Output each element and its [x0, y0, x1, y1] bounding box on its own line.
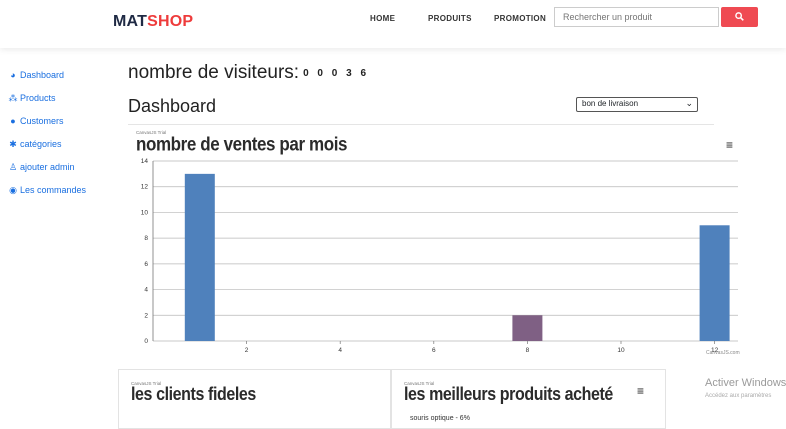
activate-windows-watermark: Activer Windows — [705, 377, 786, 389]
globe-icon: ◉ — [9, 185, 17, 195]
chart-bar — [699, 225, 730, 341]
sidebar-item-ajouter-admin[interactable]: ♙ ajouter admin — [8, 162, 75, 173]
select-value: bon de livraison — [582, 99, 639, 108]
y-tick-label: 2 — [144, 312, 148, 319]
document-select[interactable]: bon de livraison ⌄ — [576, 97, 698, 112]
y-tick-label: 10 — [141, 209, 149, 216]
visitors-count: 0 0 0 3 6 — [303, 68, 369, 79]
sidebar-item-commandes[interactable]: ◉ Les commandes — [8, 185, 86, 196]
products-card-title: les meilleurs produits acheté — [404, 385, 613, 405]
sidebar-item-label: Dashboard — [20, 70, 65, 80]
sales-chart: 024681012142 4 6 8 10 12 — [141, 158, 738, 354]
sidebar-item-products[interactable]: ⁂ Products — [8, 93, 56, 104]
chart-credit: CanvasJS.com — [706, 350, 740, 356]
clients-card: CanvasJS Trial les clients fideles — [118, 369, 391, 429]
search-button[interactable] — [721, 7, 758, 27]
card-menu-icon[interactable]: ≡ — [637, 384, 644, 398]
sidebar-item-customers[interactable]: ● Customers — [8, 116, 64, 126]
y-tick-label: 8 — [144, 235, 148, 242]
products-icon: ⁂ — [8, 93, 18, 103]
sidebar-item-label: Customers — [20, 116, 64, 126]
clients-card-title: les clients fideles — [131, 385, 256, 405]
brand-part1: MAT — [113, 13, 148, 30]
sidebar-item-label: Les commandes — [20, 185, 87, 195]
page-title: Dashboard — [128, 96, 217, 116]
nav-promotion-link[interactable]: PROMOTION — [494, 14, 546, 23]
search-input[interactable] — [554, 7, 719, 27]
sidebar-item-label: Products — [20, 93, 56, 103]
search-icon — [735, 12, 744, 21]
y-tick-label: 0 — [144, 338, 148, 345]
visitors-counter: nombre de visiteurs: 0 0 0 3 6 — [128, 62, 369, 84]
divider — [128, 124, 714, 125]
gear-icon: ✱ — [9, 139, 17, 149]
nav-home-link[interactable]: HOME — [370, 14, 395, 23]
sidebar-item-label: catégories — [20, 139, 62, 149]
x-tick-label: 6 — [432, 347, 436, 354]
y-tick-label: 6 — [144, 261, 148, 268]
user-icon: ● — [10, 116, 16, 126]
visitors-label: nombre de visiteurs: — [128, 62, 300, 83]
y-tick-label: 14 — [141, 158, 149, 165]
chart-bar — [184, 173, 215, 341]
x-tick-label: 2 — [245, 347, 249, 354]
top-navbar: MATSHOP HOME PRODUITS PROMOTION — [0, 0, 786, 48]
x-tick-label: 8 — [526, 347, 530, 354]
brand-part2: SHOP — [147, 13, 194, 30]
chart-bar — [512, 315, 543, 341]
y-tick-label: 12 — [141, 184, 149, 191]
x-tick-label: 4 — [338, 347, 342, 354]
product-item: souris optique - 6% — [410, 415, 470, 422]
sidebar-item-dashboard[interactable]: ◕ Dashboard — [8, 70, 64, 80]
nav-produits-link[interactable]: PRODUITS — [428, 14, 472, 23]
chart-menu-icon[interactable]: ≡ — [726, 138, 733, 152]
brand-logo[interactable]: MATSHOP — [113, 13, 193, 31]
x-tick-label: 10 — [617, 347, 625, 354]
dashboard-icon: ◕ — [10, 70, 16, 80]
chart-title: nombre de ventes par mois — [136, 133, 348, 155]
chevron-down-icon: ⌄ — [685, 98, 693, 108]
user-outline-icon: ♙ — [8, 162, 18, 172]
sidebar-item-label: ajouter admin — [20, 162, 75, 172]
products-card: CanvasJS Trial les meilleurs produits ac… — [391, 369, 666, 429]
sidebar-item-categories[interactable]: ✱ catégories — [8, 139, 62, 150]
y-tick-label: 4 — [144, 287, 148, 294]
activate-windows-subtext: Accédez aux paramètres — [705, 393, 772, 399]
